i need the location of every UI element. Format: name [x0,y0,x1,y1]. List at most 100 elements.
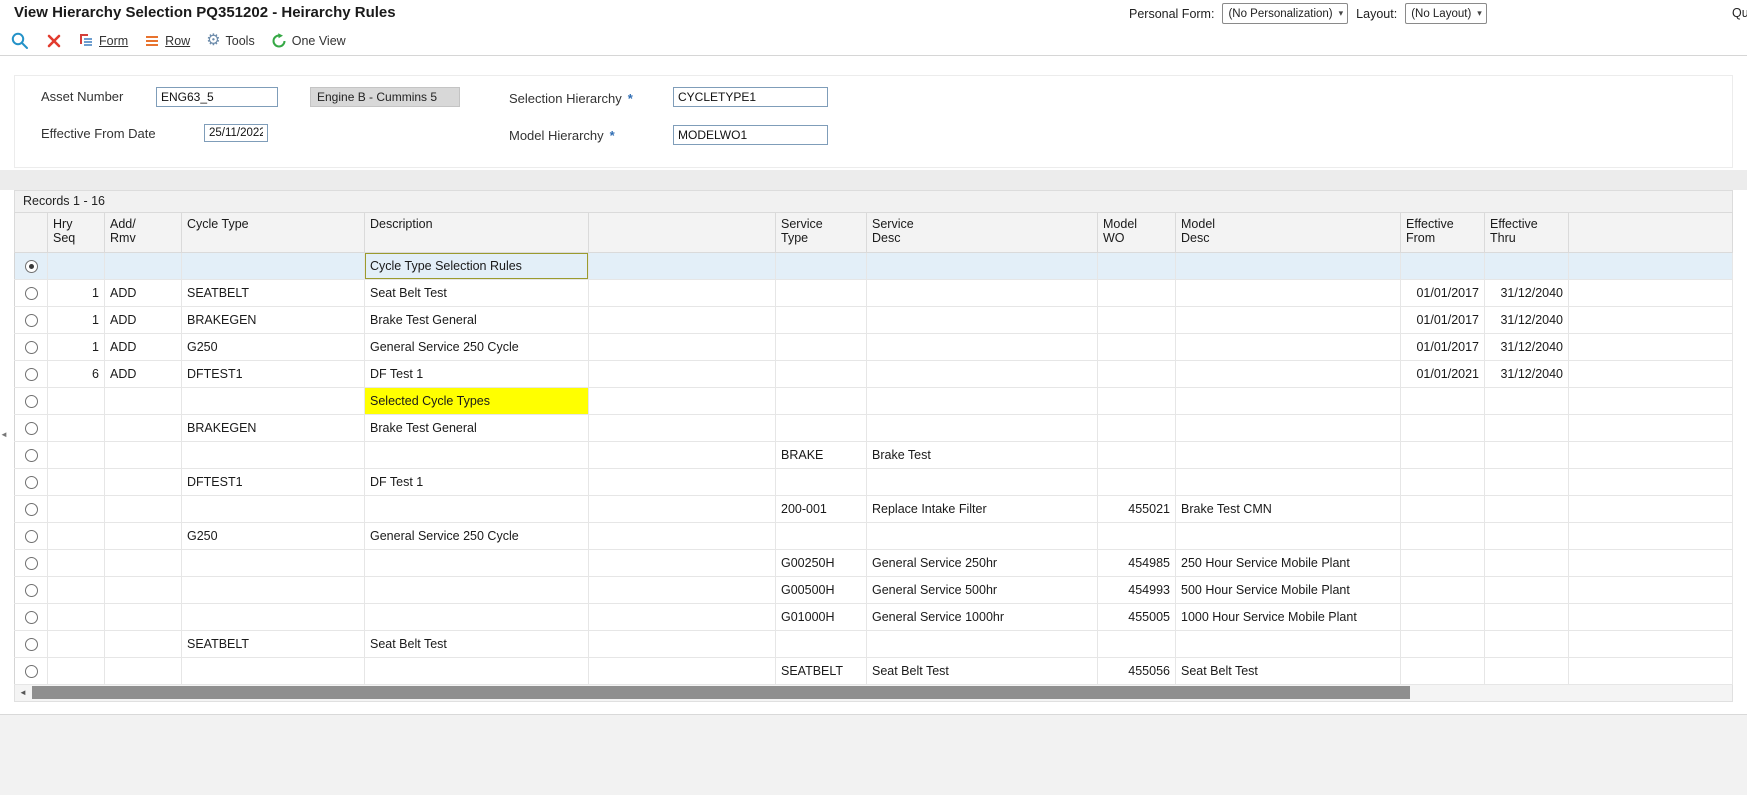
row-select-cell[interactable] [15,658,48,685]
cell-service-desc [867,523,1098,550]
grid-row[interactable]: BRAKEGEN Brake Test General [15,415,1733,442]
scroll-left-button[interactable]: ◄ [15,685,31,700]
row-select-radio[interactable] [25,341,38,354]
grid-row[interactable]: 1 ADD BRAKEGEN Brake Test General 01/01/… [15,307,1733,334]
row-select-radio[interactable] [25,530,38,543]
row-select-cell[interactable] [15,577,48,604]
row-select-radio[interactable] [25,422,38,435]
row-select-cell[interactable] [15,334,48,361]
cell-model-wo: 454985 [1098,550,1176,577]
grid-horizontal-scrollbar[interactable]: ◄ [14,685,1733,702]
grid-row[interactable]: G01000H General Service 1000hr 455005 10… [15,604,1733,631]
layout-value: (No Layout) [1411,8,1471,20]
column-header-add_rmv[interactable]: Add/ Rmv [105,213,182,253]
grid-row[interactable]: Selected Cycle Types [15,388,1733,415]
grid-row[interactable]: DFTEST1 DF Test 1 [15,469,1733,496]
effective-from-date-input[interactable] [204,124,268,142]
tools-menu[interactable]: ⚙ Tools [206,33,255,49]
left-edge-scroll-handle[interactable]: ◄ [0,426,9,444]
row-select-cell[interactable] [15,496,48,523]
row-select-cell[interactable] [15,442,48,469]
scrollbar-thumb[interactable] [32,686,1410,699]
grid-row[interactable]: G00250H General Service 250hr 454985 250… [15,550,1733,577]
cell-blank [589,577,776,604]
column-header-service_desc[interactable]: Service Desc [867,213,1098,253]
row-select-radio[interactable] [25,584,38,597]
row-select-radio[interactable] [25,368,38,381]
row-select-cell[interactable] [15,415,48,442]
selection-hierarchy-input[interactable] [673,87,828,107]
personal-form-select[interactable]: (No Personalization) ▾ [1222,3,1348,24]
grid-row[interactable]: SEATBELT Seat Belt Test 455056 Seat Belt… [15,658,1733,685]
row-select-cell[interactable] [15,523,48,550]
find-button[interactable] [10,31,30,51]
row-select-radio[interactable] [25,395,38,408]
row-select-radio[interactable] [25,665,38,678]
column-header-cycle_type[interactable]: Cycle Type [182,213,365,253]
grid-row[interactable]: G00500H General Service 500hr 454993 500… [15,577,1733,604]
row-select-radio[interactable] [25,557,38,570]
cell-service-type [776,631,867,658]
grid-row[interactable]: 1 ADD SEATBELT Seat Belt Test 01/01/2017… [15,280,1733,307]
cell-service-desc: General Service 1000hr [867,604,1098,631]
row-select-radio[interactable] [25,611,38,624]
row-select-cell[interactable] [15,469,48,496]
row-select-radio[interactable] [25,503,38,516]
column-header-model_wo[interactable]: Model WO [1098,213,1176,253]
cell-effective-from [1401,604,1485,631]
grid-row[interactable]: 1 ADD G250 General Service 250 Cycle 01/… [15,334,1733,361]
queries-link[interactable]: Que [1732,6,1747,20]
cell-blank [589,604,776,631]
application-window: View Hierarchy Selection PQ351202 - Heir… [0,0,1747,795]
column-header-eff_thru[interactable]: Effective Thru [1485,213,1569,253]
cell-service-desc [867,415,1098,442]
column-header-model_desc[interactable]: Model Desc [1176,213,1401,253]
one-view-menu[interactable]: One View [271,33,346,49]
cell-cycle-type: SEATBELT [182,280,365,307]
chevron-down-icon: ▾ [1477,8,1482,19]
row-select-radio[interactable] [25,260,38,273]
row-select-radio[interactable] [25,314,38,327]
column-header-hry_seq[interactable]: Hry Seq [48,213,105,253]
row-select-cell[interactable] [15,253,48,280]
row-select-cell[interactable] [15,361,48,388]
grid-container: Records 1 - 16 Hry SeqAdd/ RmvCycle Type… [14,190,1733,702]
grid-row[interactable]: Cycle Type Selection Rules [15,253,1733,280]
cell-service-type: SEATBELT [776,658,867,685]
row-select-cell[interactable] [15,280,48,307]
grid-row[interactable]: 200-001 Replace Intake Filter 455021 Bra… [15,496,1733,523]
cell-effective-thru [1485,496,1569,523]
row-select-radio[interactable] [25,476,38,489]
row-menu[interactable]: Row [144,33,190,49]
close-button[interactable] [46,33,62,49]
cell-effective-thru [1485,442,1569,469]
column-header-service_type[interactable]: Service Type [776,213,867,253]
grid-row[interactable]: SEATBELT Seat Belt Test [15,631,1733,658]
row-select-radio[interactable] [25,638,38,651]
asset-number-input[interactable] [156,87,278,107]
cell-add-rmv [105,604,182,631]
grid-row[interactable]: G250 General Service 250 Cycle [15,523,1733,550]
row-select-cell[interactable] [15,604,48,631]
cell-model-desc: Seat Belt Test [1176,658,1401,685]
form-menu[interactable]: Form [78,33,128,49]
cell-effective-thru [1485,469,1569,496]
column-header-description[interactable]: Description [365,213,589,253]
model-hierarchy-input[interactable] [673,125,828,145]
cell-cycle-type [182,388,365,415]
row-select-cell[interactable] [15,307,48,334]
effective-from-date-label: Effective From Date [41,126,156,141]
row-select-radio[interactable] [25,449,38,462]
cell-filler [1569,496,1733,523]
layout-select[interactable]: (No Layout) ▾ [1405,3,1487,24]
cell-service-desc: Replace Intake Filter [867,496,1098,523]
grid-header-row: Hry SeqAdd/ RmvCycle TypeDescription Serv… [15,213,1733,253]
row-select-cell[interactable] [15,388,48,415]
row-select-cell[interactable] [15,550,48,577]
grid-row[interactable]: 6 ADD DFTEST1 DF Test 1 01/01/2021 31/12… [15,361,1733,388]
column-header-eff_from[interactable]: Effective From [1401,213,1485,253]
row-select-cell[interactable] [15,631,48,658]
cell-cycle-type: SEATBELT [182,631,365,658]
grid-row[interactable]: BRAKE Brake Test [15,442,1733,469]
row-select-radio[interactable] [25,287,38,300]
